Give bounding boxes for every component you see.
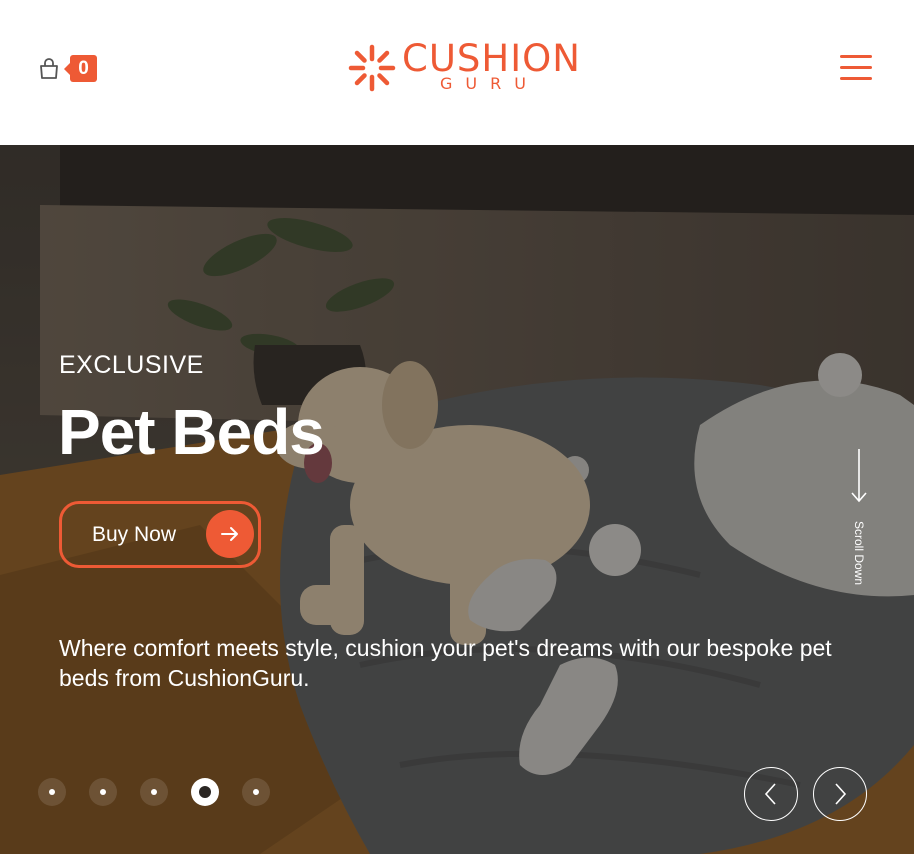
hero-eyebrow: EXCLUSIVE [59, 351, 204, 379]
slide-dot-2[interactable] [89, 778, 117, 806]
chevron-left-icon [764, 783, 776, 805]
hamburger-menu-button[interactable] [840, 54, 872, 82]
hero-description: Where comfort meets style, cushion your … [59, 635, 832, 691]
cushion-guru-logo[interactable]: CUSHION GURU [348, 40, 580, 96]
previous-slide-button[interactable] [744, 767, 798, 821]
arrow-right-icon [206, 510, 254, 558]
slide-dot-3[interactable] [140, 778, 168, 806]
shopping-bag-icon [40, 57, 58, 79]
slide-pagination [38, 778, 293, 806]
hero-background-image [0, 145, 914, 854]
arrow-down-icon [851, 449, 867, 503]
site-header: 0 CUSHION GURU [0, 0, 914, 145]
buy-now-button[interactable]: Buy Now [59, 501, 261, 568]
next-slide-button[interactable] [813, 767, 867, 821]
cart-button[interactable]: 0 [38, 55, 97, 82]
slide-dot-1[interactable] [38, 778, 66, 806]
cart-count-badge: 0 [64, 55, 97, 82]
hero-slider: EXCLUSIVE Pet Beds Buy Now Where comfort… [0, 145, 914, 854]
sunburst-logo-icon [348, 44, 396, 92]
chevron-right-icon [835, 783, 847, 805]
slide-dot-4-active[interactable] [191, 778, 219, 806]
logo-subtitle: GURU [440, 74, 539, 93]
slide-dot-5[interactable] [242, 778, 270, 806]
buy-now-label: Buy Now [92, 522, 177, 546]
hero-headline: Pet Beds [58, 396, 325, 468]
logo-wordmark: CUSHION [402, 37, 581, 80]
scroll-down-link[interactable]: Scroll Down [846, 447, 874, 589]
scroll-down-label: Scroll Down [852, 521, 866, 586]
